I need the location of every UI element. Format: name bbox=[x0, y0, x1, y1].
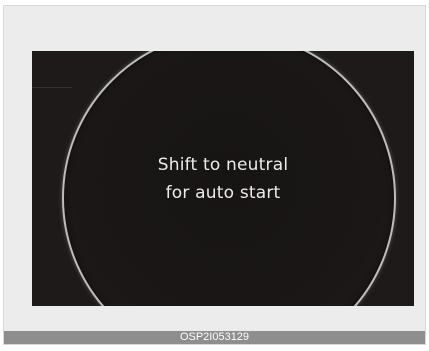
cluster-display: Shift to neutral for auto start bbox=[32, 51, 414, 306]
message-line-1: Shift to neutral bbox=[157, 155, 289, 175]
gauge-accent-line bbox=[32, 87, 72, 88]
figure-caption: OSP2I053129 bbox=[4, 331, 425, 344]
message-line-2: for auto start bbox=[165, 183, 281, 203]
display-message: Shift to neutral for auto start bbox=[32, 151, 414, 207]
figure-frame: Shift to neutral for auto start OSP2I053… bbox=[3, 5, 426, 345]
